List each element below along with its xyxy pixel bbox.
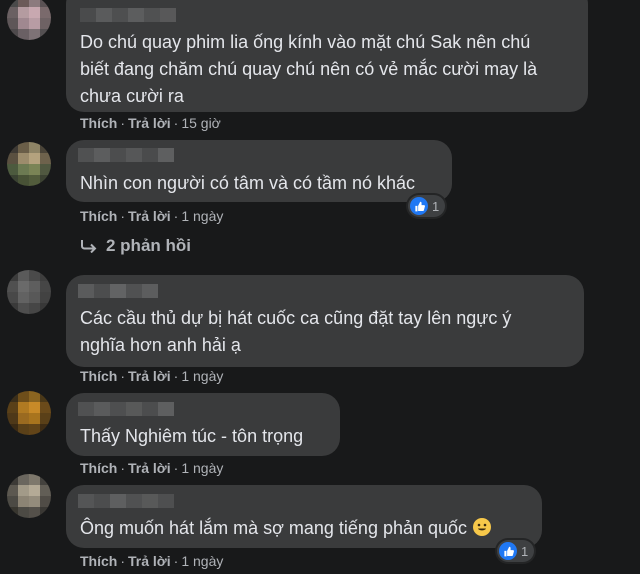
reaction-number: 1 bbox=[521, 543, 529, 559]
like-link[interactable]: Thích bbox=[80, 368, 117, 384]
replies-label: 2 phản hồi bbox=[106, 236, 191, 255]
comment-text-line: Do chú quay phim lia ống kính vào mặt ch… bbox=[80, 32, 531, 52]
view-replies-link[interactable]: 2 phản hồi bbox=[80, 236, 191, 256]
smiling-face-emoji bbox=[473, 518, 492, 536]
comment-text-line: Thấy Nghiêm túc - tôn trọng bbox=[80, 426, 304, 446]
reply-link[interactable]: Trả lời bbox=[128, 208, 171, 224]
reaction-count[interactable]: 1 bbox=[497, 540, 535, 562]
like-link[interactable]: Thích bbox=[80, 115, 117, 131]
avatar[interactable] bbox=[7, 474, 51, 518]
reply-link[interactable]: Trả lời bbox=[128, 553, 171, 569]
timestamp[interactable]: 15 giờ bbox=[181, 115, 221, 131]
timestamp[interactable]: 1 ngày bbox=[181, 553, 223, 569]
comment-actions: Thích · Trả lời · 1 ngày bbox=[80, 208, 224, 224]
author-name[interactable] bbox=[78, 148, 174, 162]
timestamp[interactable]: 1 ngày bbox=[181, 460, 223, 476]
like-link[interactable]: Thích bbox=[80, 460, 117, 476]
reply-link[interactable]: Trả lời bbox=[128, 368, 171, 384]
comment-text: Ông muốn hát lắm mà sợ mang tiếng phản q… bbox=[80, 518, 468, 538]
reply-link[interactable]: Trả lời bbox=[128, 115, 171, 131]
avatar[interactable] bbox=[7, 0, 51, 40]
avatar[interactable] bbox=[7, 391, 51, 435]
comment-text-line: Các cầu thủ dự bị hát cuốc ca cũng đặt t… bbox=[80, 308, 512, 328]
comment-text-line: Ông muốn hát lắm mà sợ mang tiếng phản q… bbox=[80, 515, 492, 541]
reaction-count[interactable]: 1 bbox=[408, 195, 446, 217]
author-name[interactable] bbox=[80, 8, 176, 22]
author-name[interactable] bbox=[78, 284, 158, 298]
timestamp[interactable]: 1 ngày bbox=[181, 368, 223, 384]
avatar[interactable] bbox=[7, 270, 51, 314]
reply-arrow-icon bbox=[81, 240, 97, 253]
comment-text-line: Nhìn con người có tâm và có tầm nó khác bbox=[80, 173, 416, 193]
comment-actions: Thích · Trả lời · 15 giờ bbox=[80, 115, 221, 131]
comment-actions: Thích · Trả lời · 1 ngày bbox=[80, 460, 224, 476]
author-name[interactable] bbox=[78, 494, 174, 508]
thumbs-up-icon bbox=[410, 197, 428, 215]
comment-actions: Thích · Trả lời · 1 ngày bbox=[80, 368, 224, 384]
author-name[interactable] bbox=[78, 402, 174, 416]
avatar[interactable] bbox=[7, 142, 51, 186]
comment-text-line: nghĩa hơn anh hải ạ bbox=[80, 335, 241, 355]
like-link[interactable]: Thích bbox=[80, 208, 117, 224]
reaction-number: 1 bbox=[432, 198, 440, 214]
comment-text-line: biết đang chăm chú quay chú nên có vẻ mắ… bbox=[80, 59, 538, 79]
like-link[interactable]: Thích bbox=[80, 553, 117, 569]
comment-actions: Thích · Trả lời · 1 ngày bbox=[80, 553, 224, 569]
comment-text-line: chưa cười ra bbox=[80, 86, 184, 106]
reply-link[interactable]: Trả lời bbox=[128, 460, 171, 476]
timestamp[interactable]: 1 ngày bbox=[181, 208, 223, 224]
thumbs-up-icon bbox=[499, 542, 517, 560]
